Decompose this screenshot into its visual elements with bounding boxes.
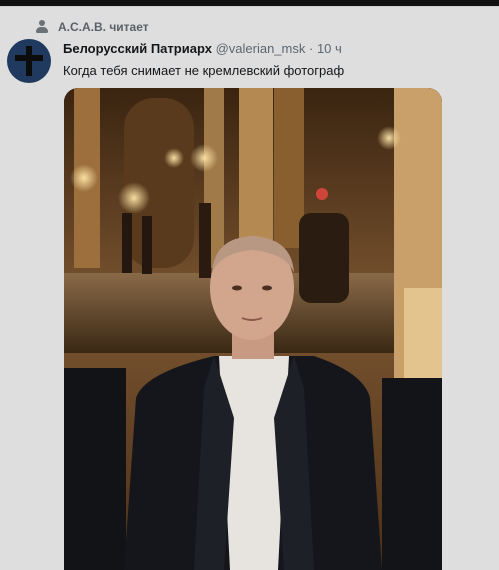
social-context-text: А.С.А.В. читает	[58, 20, 149, 34]
tweet-timestamp[interactable]: 10 ч	[317, 41, 342, 56]
tweet-photo[interactable]	[64, 88, 442, 570]
person-icon	[36, 20, 48, 34]
avatar[interactable]	[7, 39, 51, 83]
header-separator: ·	[308, 41, 314, 56]
user-handle[interactable]: @valerian_msk	[216, 41, 306, 56]
tweet-card[interactable]: А.С.А.В. читает Белорусский Патриарх @va…	[0, 6, 499, 570]
tweet-header: Белорусский Патриарх @valerian_msk · 10 …	[63, 41, 342, 56]
display-name[interactable]: Белорусский Патриарх	[63, 41, 212, 56]
social-context: А.С.А.В. читает	[36, 19, 149, 35]
photo-illustration	[64, 88, 442, 570]
cross-icon	[26, 46, 32, 76]
tweet-text: Когда тебя снимает не кремлевский фотогр…	[63, 63, 345, 78]
